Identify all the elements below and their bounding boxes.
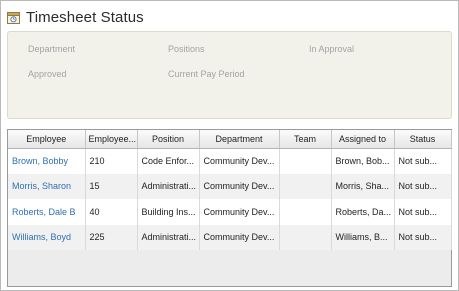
position-cell: Code Enfor... <box>137 148 200 174</box>
department-cell: Community Dev... <box>199 148 280 174</box>
team-cell <box>279 199 332 225</box>
column-header-employee[interactable]: Employee <box>8 130 86 149</box>
column-header-status[interactable]: Status <box>394 130 452 149</box>
timesheet-grid: Employee Employee... Position Department… <box>7 129 452 287</box>
column-header-team[interactable]: Team <box>279 130 332 149</box>
status-cell: Not sub... <box>394 199 452 225</box>
filter-panel: Department Positions In Approval Approve… <box>7 31 452 119</box>
employee-link[interactable]: Morris, Sharon <box>8 173 86 199</box>
assigned-to-cell: Morris, Sha... <box>331 173 395 199</box>
in-approval-filter-label[interactable]: In Approval <box>309 44 354 54</box>
current-pay-period-filter-label[interactable]: Current Pay Period <box>168 69 245 79</box>
employee-link[interactable]: Roberts, Dale B <box>8 199 86 225</box>
employee-link[interactable]: Brown, Bobby <box>8 148 86 174</box>
position-cell: Administrati... <box>137 224 200 250</box>
table-row[interactable]: Brown, Bobby 210 Code Enfor... Community… <box>8 148 452 174</box>
table-row[interactable]: Williams, Boyd 225 Administrati... Commu… <box>8 224 452 250</box>
department-filter-label[interactable]: Department <box>28 44 75 54</box>
employee-number-cell: 210 <box>85 148 138 174</box>
assigned-to-cell: Brown, Bob... <box>331 148 395 174</box>
department-cell: Community Dev... <box>199 173 280 199</box>
team-cell <box>279 148 332 174</box>
timesheet-status-window: Timesheet Status Department Positions In… <box>0 0 459 291</box>
status-cell: Not sub... <box>394 173 452 199</box>
timesheet-icon <box>7 11 20 24</box>
approved-filter-label[interactable]: Approved <box>28 69 67 79</box>
assigned-to-cell: Roberts, Da... <box>331 199 395 225</box>
page-title: Timesheet Status <box>26 8 144 26</box>
status-cell: Not sub... <box>394 224 452 250</box>
table-header-row: Employee Employee... Position Department… <box>8 130 452 149</box>
table-row[interactable]: Roberts, Dale B 40 Building Ins... Commu… <box>8 199 452 225</box>
page-header: Timesheet Status <box>7 6 144 28</box>
table-row[interactable]: Morris, Sharon 15 Administrati... Commun… <box>8 173 452 199</box>
positions-filter-label[interactable]: Positions <box>168 44 205 54</box>
department-cell: Community Dev... <box>199 224 280 250</box>
assigned-to-cell: Williams, B... <box>331 224 395 250</box>
employee-number-cell: 225 <box>85 224 138 250</box>
position-cell: Administrati... <box>137 173 200 199</box>
team-cell <box>279 173 332 199</box>
status-cell: Not sub... <box>394 148 452 174</box>
employee-number-cell: 15 <box>85 173 138 199</box>
timesheet-table: Employee Employee... Position Department… <box>8 130 452 250</box>
column-header-position[interactable]: Position <box>137 130 200 149</box>
team-cell <box>279 224 332 250</box>
column-header-employee-id[interactable]: Employee... <box>85 130 138 149</box>
column-header-assigned-to[interactable]: Assigned to <box>331 130 395 149</box>
employee-number-cell: 40 <box>85 199 138 225</box>
department-cell: Community Dev... <box>199 199 280 225</box>
employee-link[interactable]: Williams, Boyd <box>8 224 86 250</box>
position-cell: Building Ins... <box>137 199 200 225</box>
column-header-department[interactable]: Department <box>199 130 280 149</box>
